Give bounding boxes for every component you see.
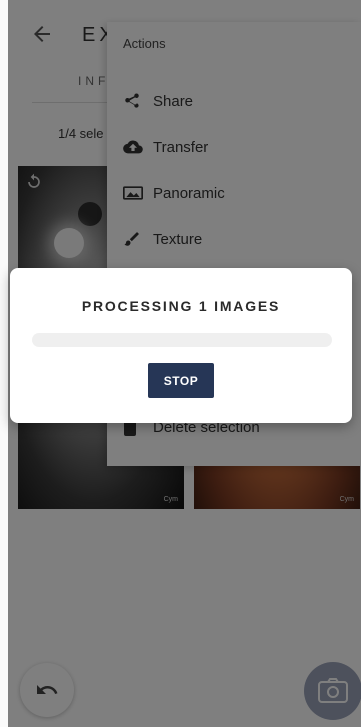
processing-dialog: PROCESSING 1 IMAGES STOP — [10, 268, 352, 423]
stop-button[interactable]: STOP — [148, 363, 214, 398]
dialog-title: PROCESSING 1 IMAGES — [81, 298, 281, 314]
progress-bar — [32, 333, 332, 347]
